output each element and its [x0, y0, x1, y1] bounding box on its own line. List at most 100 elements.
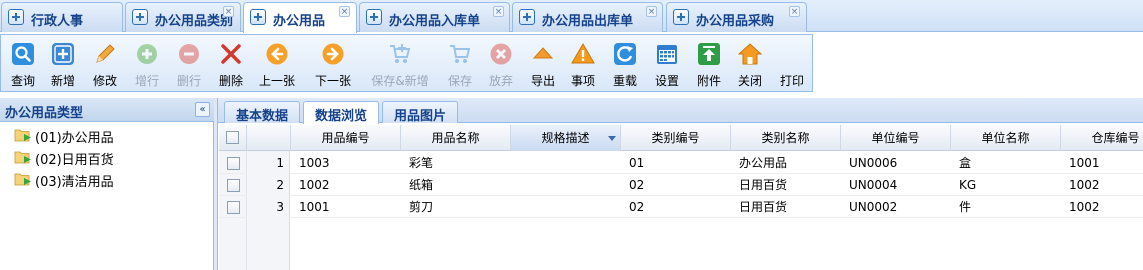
delete-x-icon	[221, 44, 241, 64]
previous-button[interactable]: 上一张	[254, 38, 300, 90]
cell-category-name: 日用百货	[739, 200, 788, 214]
top-tab-strip: 行政人事 办公用品类别 × 办公用品 × 办公用品入库单 × 办公用品出库单 ×…	[0, 0, 1143, 33]
attachment-button[interactable]: 附件	[690, 38, 728, 90]
table-row[interactable]: 1 1003 彩笔 01 办公用品 UN0006 盒 1001	[219, 152, 1143, 174]
tab-data-browse[interactable]: 数据浏览	[303, 101, 379, 124]
column-header[interactable]: 仓库编号	[1061, 125, 1143, 151]
table-row[interactable]: 2 1002 纸箱 02 日用百货 UN0004 KG 1002	[219, 174, 1143, 196]
cell-unit-name: 盒	[959, 156, 972, 170]
print-button[interactable]: 打印	[773, 38, 811, 90]
query-button[interactable]: 查询	[4, 38, 42, 90]
folder-icon	[14, 151, 31, 164]
tab-administration[interactable]: 行政人事	[1, 2, 123, 32]
detail-tab-strip: 基本数据 数据浏览 用品图片	[218, 98, 1143, 124]
next-button[interactable]: 下一张	[310, 38, 356, 90]
cell-item-name: 彩笔	[409, 156, 434, 170]
column-header-label: 规格描述	[541, 131, 590, 145]
close-icon[interactable]: ×	[789, 6, 800, 17]
tab-basic-data[interactable]: 基本数据	[224, 101, 300, 124]
cell-unit-name: 件	[959, 200, 972, 214]
tab-office-supply-category[interactable]: 办公用品类别 ×	[125, 2, 241, 32]
cell-category-code: 02	[629, 200, 645, 214]
column-header-sorted[interactable]: 规格描述	[511, 125, 621, 151]
tab-office-supply-inbound[interactable]: 办公用品入库单 ×	[359, 2, 510, 32]
cell-unit-code: UN0002	[849, 200, 898, 214]
tab-label: 数据浏览	[314, 109, 367, 124]
tab-item-images[interactable]: 用品图片	[382, 101, 458, 124]
close-icon[interactable]: ×	[223, 6, 234, 17]
pencil-icon	[96, 44, 115, 63]
button-label: 修改	[92, 74, 117, 88]
column-header[interactable]: 类别编号	[621, 125, 731, 151]
cell-unit-code: UN0004	[849, 178, 898, 192]
column-header[interactable]: 单位名称	[951, 125, 1061, 151]
save-button[interactable]: 保存	[441, 38, 479, 90]
cell-unit-code: UN0006	[849, 156, 898, 170]
search-icon	[12, 43, 34, 65]
cell-category-name: 日用百货	[739, 178, 788, 192]
tab-label: 办公用品入库单	[389, 14, 481, 29]
data-grid: 用品编号 用品名称 规格描述 类别编号 类别名称 单位编号 单位名称 仓库编号 …	[219, 125, 1143, 270]
column-header[interactable]: 用品编号	[291, 125, 401, 151]
row-number-header	[247, 125, 291, 151]
button-label: 打印	[779, 74, 804, 88]
matters-button[interactable]: 事项	[564, 38, 602, 90]
settings-button[interactable]: 设置	[648, 38, 686, 90]
row-number: 2	[247, 174, 290, 196]
row-checkbox[interactable]	[227, 179, 240, 192]
module-icon	[673, 9, 689, 25]
main-toolbar: 查询 新增 修改 增行 删行 删除 上一张 下一张 保存&新增 保存 放弃 导出…	[0, 34, 813, 92]
cart-add-icon	[390, 44, 411, 63]
tree-node-label: (03)清洁用品	[35, 175, 114, 190]
column-header-label: 单位编号	[871, 131, 920, 145]
button-label: 附件	[696, 74, 721, 88]
tab-office-supply-outbound[interactable]: 办公用品出库单 ×	[512, 2, 663, 32]
table-row[interactable]: 3 1001 剪刀 02 日用百货 UN0002 件 1002	[219, 196, 1143, 218]
add-button[interactable]: 新增	[44, 38, 82, 90]
cart-save-icon	[450, 45, 471, 63]
collapse-left-icon[interactable]: «	[195, 102, 210, 117]
cell-item-name: 纸箱	[409, 178, 434, 192]
select-all-checkbox[interactable]	[226, 131, 239, 144]
button-label: 关闭	[737, 74, 762, 88]
button-label: 新增	[50, 74, 75, 88]
panel-splitter[interactable]	[214, 98, 218, 270]
button-label: 增行	[134, 74, 159, 88]
button-label: 删除	[218, 74, 243, 88]
close-icon[interactable]: ×	[493, 6, 504, 17]
category-tree-panel: 办公用品类型 « (01)办公用品 (02)日用百货 (03)清洁用品	[0, 98, 214, 270]
tab-office-supplies[interactable]: 办公用品 ×	[243, 2, 357, 33]
cell-item-code: 1002	[299, 178, 330, 192]
column-header[interactable]: 类别名称	[731, 125, 841, 151]
discard-button[interactable]: 放弃	[482, 38, 520, 90]
module-icon	[519, 9, 535, 25]
button-label: 上一张	[258, 74, 295, 88]
sort-dropdown-icon[interactable]	[608, 136, 616, 141]
plus-circle-icon	[137, 44, 157, 64]
column-header[interactable]: 用品名称	[401, 125, 511, 151]
cell-warehouse-code: 1002	[1069, 200, 1100, 214]
reload-button[interactable]: 重载	[606, 38, 644, 90]
panel-title: 办公用品类型	[5, 106, 84, 121]
cell-category-code: 01	[629, 156, 645, 170]
home-close-icon	[738, 43, 762, 65]
button-label: 重载	[612, 74, 637, 88]
close-icon[interactable]: ×	[339, 6, 350, 17]
button-label: 放弃	[488, 74, 513, 88]
edit-button[interactable]: 修改	[86, 38, 124, 90]
tab-label: 办公用品采购	[696, 14, 775, 29]
close-icon[interactable]: ×	[646, 6, 657, 17]
folder-icon	[14, 129, 31, 142]
tab-label: 办公用品出库单	[542, 14, 634, 29]
delete-button[interactable]: 删除	[212, 38, 250, 90]
tab-label: 行政人事	[31, 14, 84, 29]
export-button[interactable]: 导出	[524, 38, 562, 90]
column-header[interactable]: 单位编号	[841, 125, 951, 151]
close-button[interactable]: 关闭	[731, 38, 769, 90]
row-checkbox[interactable]	[227, 157, 240, 170]
delete-row-button[interactable]: 删行	[170, 38, 208, 90]
add-row-button[interactable]: 增行	[128, 38, 166, 90]
tab-office-supply-purchase[interactable]: 办公用品采购 ×	[666, 2, 807, 32]
save-and-new-button[interactable]: 保存&新增	[367, 38, 433, 90]
row-checkbox[interactable]	[227, 201, 240, 214]
